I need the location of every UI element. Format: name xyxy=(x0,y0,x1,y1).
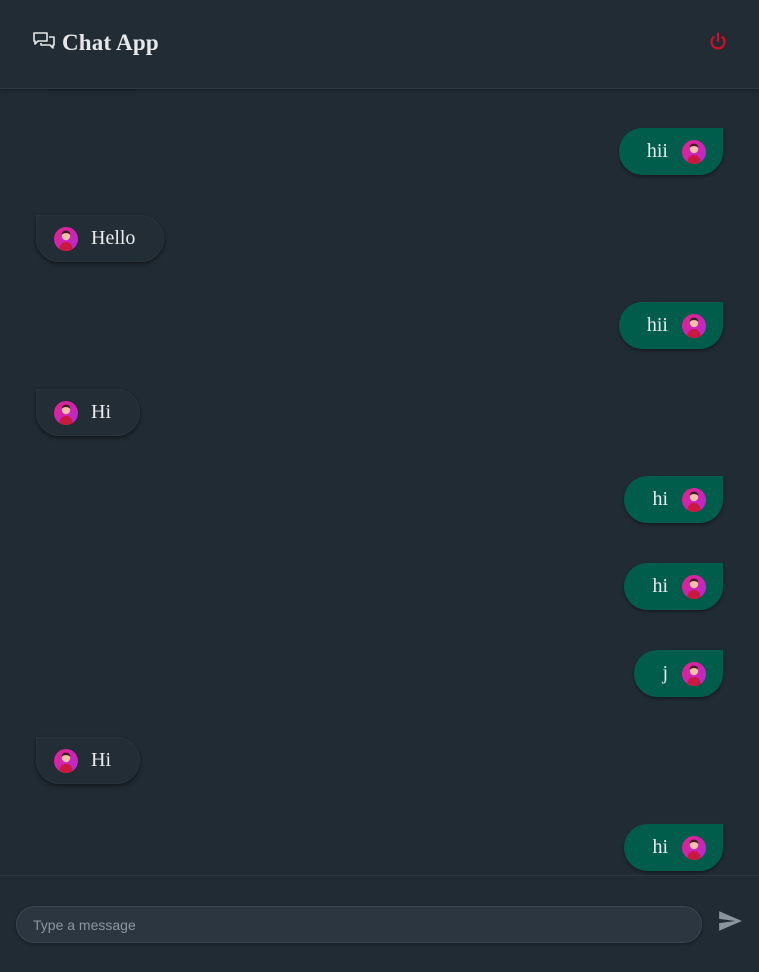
brand: Chat App xyxy=(32,30,159,56)
message-input[interactable] xyxy=(16,906,702,943)
send-icon[interactable] xyxy=(717,908,743,934)
avatar xyxy=(682,313,706,338)
avatar xyxy=(682,139,706,164)
avatar xyxy=(682,661,706,686)
message-text: hi xyxy=(652,488,668,510)
message-text: Hello xyxy=(91,227,136,249)
message-text: hii xyxy=(646,140,668,162)
message-outgoing: hi xyxy=(624,476,723,523)
message-outgoing: hi xyxy=(624,824,723,871)
chat-bubbles-icon xyxy=(33,32,55,49)
avatar xyxy=(682,487,706,512)
message-outgoing: hii xyxy=(618,302,723,349)
avatar xyxy=(682,835,706,860)
avatar xyxy=(54,226,78,251)
message-text: j xyxy=(662,662,668,684)
message-text: Hi xyxy=(91,749,111,771)
message-outgoing: j xyxy=(634,650,723,697)
message-text: hi xyxy=(652,836,668,858)
message-incoming: Hi xyxy=(36,737,140,784)
message-incoming: Hello xyxy=(36,215,165,262)
avatar xyxy=(54,748,78,773)
message-text: Hi xyxy=(91,401,111,423)
avatar xyxy=(54,400,78,425)
previous-message-edge xyxy=(48,89,136,91)
message-text: hii xyxy=(646,314,668,336)
message-outgoing: hi xyxy=(624,563,723,610)
app-title: Chat App xyxy=(62,30,159,55)
message-text: hi xyxy=(652,575,668,597)
avatar xyxy=(682,574,706,599)
message-composer xyxy=(0,875,759,972)
message-incoming: Hi xyxy=(36,389,140,436)
message-outgoing: hii xyxy=(618,128,723,175)
app-header: Chat App xyxy=(0,0,759,89)
message-list[interactable]: hii Hello hii Hi hi hi j Hi hi xyxy=(0,89,759,875)
power-icon[interactable] xyxy=(706,30,730,54)
